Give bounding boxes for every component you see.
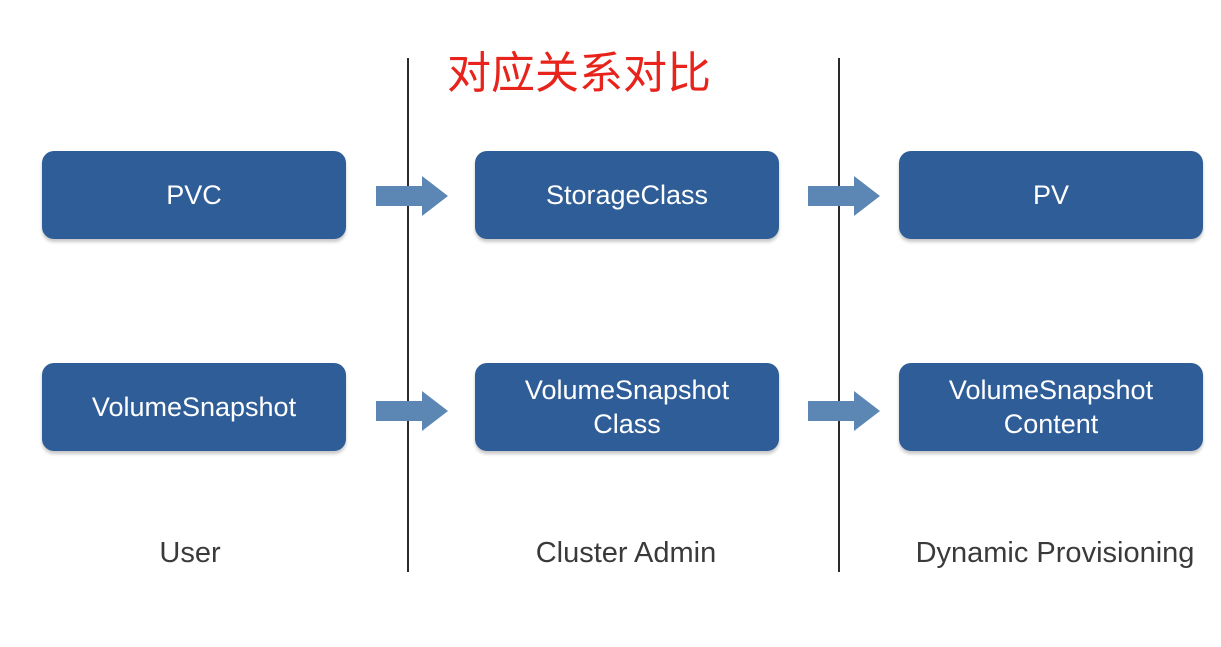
column-label-cluster-admin: Cluster Admin bbox=[535, 537, 717, 569]
box-volumesnapshot-content-line2: Content bbox=[1003, 409, 1099, 439]
divider-right bbox=[838, 58, 840, 572]
box-pvc-label: PVC bbox=[166, 180, 222, 210]
column-label-dynamic-provisioning: Dynamic Provisioning bbox=[915, 537, 1195, 569]
arrow-pvc-to-storageclass bbox=[376, 176, 448, 216]
divider-left bbox=[407, 58, 409, 572]
box-storageclass-label: StorageClass bbox=[545, 180, 709, 210]
box-volumesnapshot-class-line2: Class bbox=[593, 409, 661, 439]
box-pvc: PVC bbox=[42, 151, 346, 239]
box-volumesnapshot-content-line1: VolumeSnapshot bbox=[948, 375, 1154, 405]
arrow-volumesnapshot-to-class bbox=[376, 391, 448, 431]
arrow-class-to-content bbox=[808, 391, 880, 431]
column-label-user: User bbox=[159, 537, 221, 569]
box-pv-label: PV bbox=[1032, 180, 1070, 210]
box-volumesnapshot-content: VolumeSnapshot Content bbox=[899, 363, 1203, 451]
box-volumesnapshot-label: VolumeSnapshot bbox=[91, 392, 297, 422]
box-pv: PV bbox=[899, 151, 1203, 239]
page-title: 对应关系对比 bbox=[447, 48, 711, 99]
box-storageclass: StorageClass bbox=[475, 151, 779, 239]
box-volumesnapshot-class: VolumeSnapshot Class bbox=[475, 363, 779, 451]
box-volumesnapshot: VolumeSnapshot bbox=[42, 363, 346, 451]
box-volumesnapshot-class-line1: VolumeSnapshot bbox=[524, 375, 730, 405]
arrow-storageclass-to-pv bbox=[808, 176, 880, 216]
